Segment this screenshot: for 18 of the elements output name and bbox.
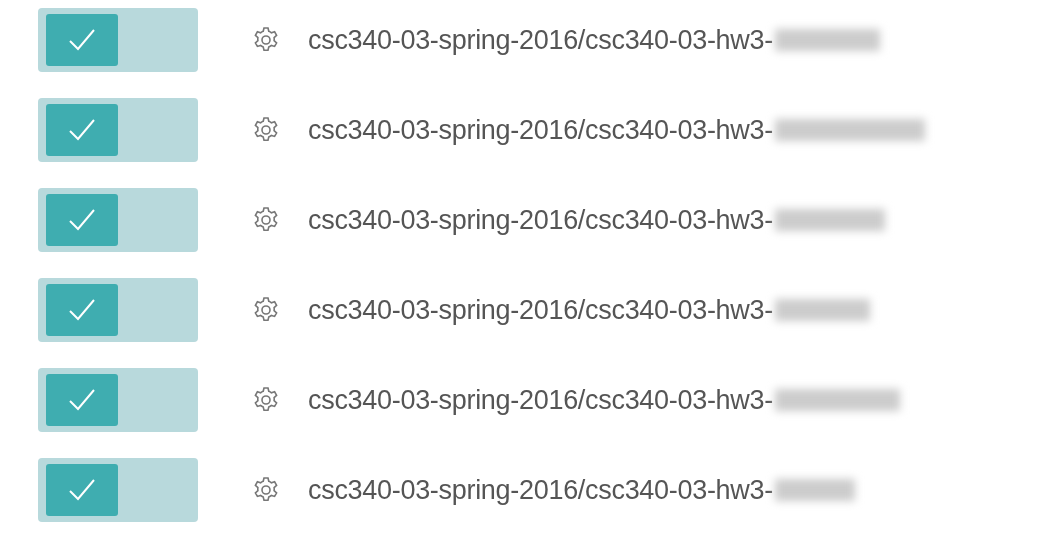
toggle-switch[interactable] [38, 368, 198, 432]
check-icon [67, 117, 97, 143]
toggle-switch[interactable] [38, 8, 198, 72]
repository-name[interactable]: csc340-03-spring-2016/csc340-03-hw3- [308, 204, 773, 236]
check-icon [67, 387, 97, 413]
check-icon [67, 207, 97, 233]
toggle-switch[interactable] [38, 278, 198, 342]
check-icon [67, 27, 97, 53]
repository-name[interactable]: csc340-03-spring-2016/csc340-03-hw3- [308, 384, 773, 416]
check-icon [67, 477, 97, 503]
toggle-switch[interactable] [38, 98, 198, 162]
repository-name[interactable]: csc340-03-spring-2016/csc340-03-hw3- [308, 114, 773, 146]
repository-name[interactable]: csc340-03-spring-2016/csc340-03-hw3- [308, 474, 773, 506]
repository-name[interactable]: csc340-03-spring-2016/csc340-03-hw3- [308, 294, 773, 326]
toggle-switch[interactable] [38, 458, 198, 522]
check-icon [67, 297, 97, 323]
toggle-switch[interactable] [38, 188, 198, 252]
repository-name[interactable]: csc340-03-spring-2016/csc340-03-hw3- [308, 24, 773, 56]
